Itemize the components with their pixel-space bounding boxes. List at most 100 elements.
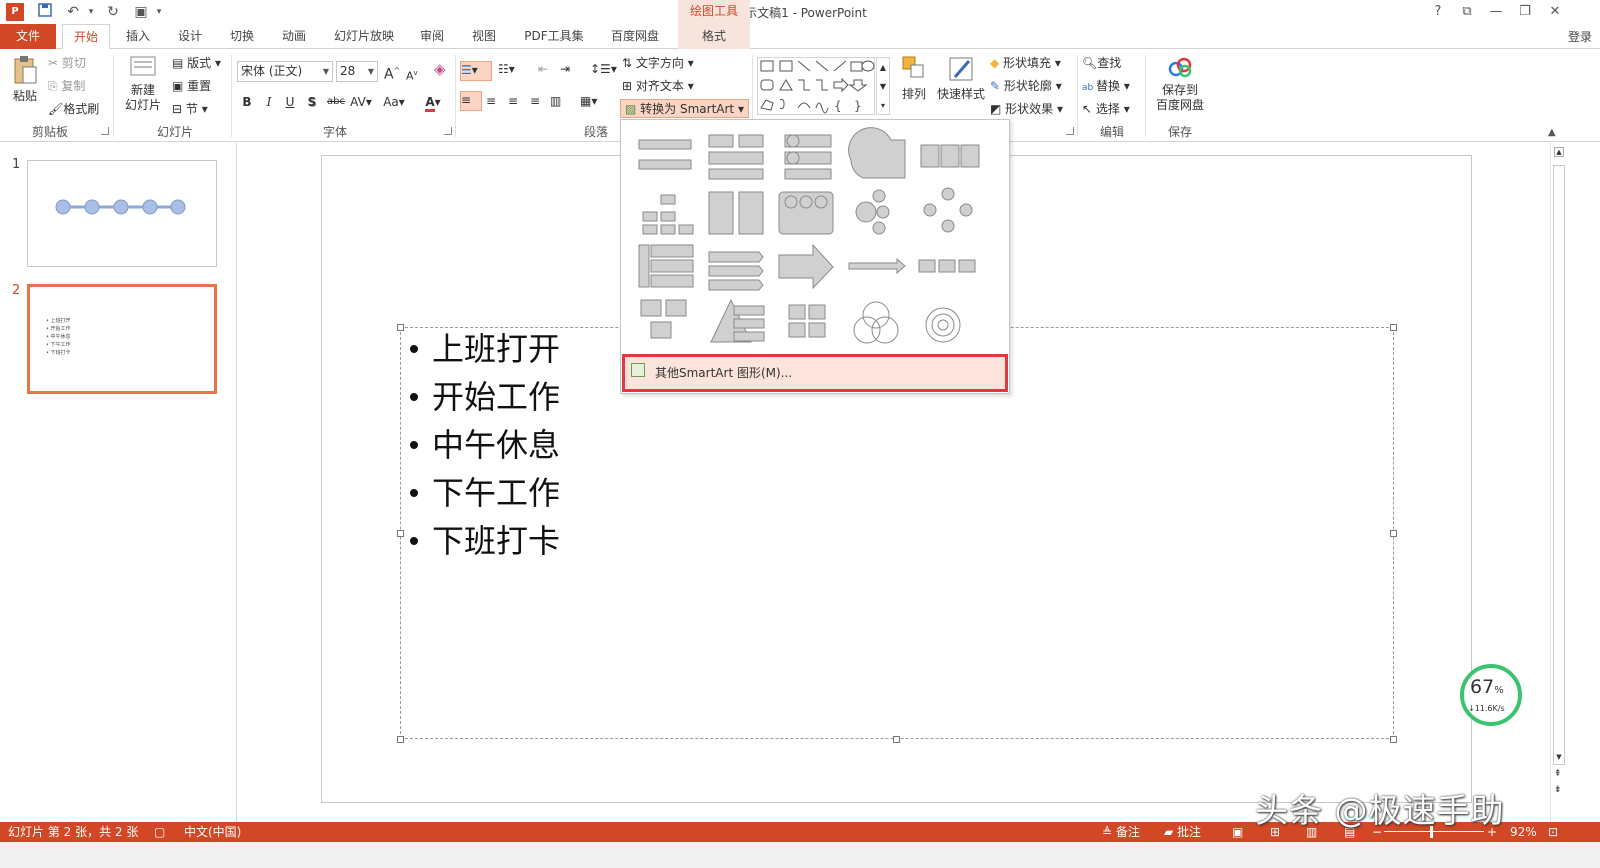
slide-thumbnail-2[interactable]: • 上班打开 • 开始工作 • 中午休息 • 下午工作 • 下班打卡 (27, 284, 217, 394)
character-spacing-button[interactable]: AV▾ (348, 93, 374, 111)
tab-slideshow[interactable]: 幻灯片放映 (326, 24, 402, 49)
paste-button[interactable]: 粘贴 (8, 55, 42, 104)
ribbon-display-options-button[interactable]: ⧉ (1455, 2, 1479, 22)
bullet-item[interactable]: 中午休息 (410, 425, 560, 465)
underline-button[interactable]: U (283, 93, 297, 111)
language-indicator[interactable]: 中文(中国) (184, 822, 241, 842)
resize-handle[interactable] (1390, 530, 1397, 537)
resize-handle[interactable] (397, 530, 404, 537)
replace-button[interactable]: ab 替换 ▾ (1082, 78, 1130, 96)
smartart-stacked-list[interactable] (708, 134, 764, 180)
justify-icon[interactable]: ≡ (530, 93, 540, 109)
smartart-venn[interactable] (853, 301, 899, 344)
shapes-gallery[interactable]: {} (757, 57, 875, 115)
increase-indent-icon[interactable]: ⇥ (560, 61, 570, 77)
numbering-button[interactable]: ☷▾ (498, 61, 515, 77)
distribute-icon[interactable]: ▥ (550, 93, 561, 109)
bullet-item[interactable]: 上班打开 (410, 329, 560, 369)
smartart-vertical-chevron-list[interactable] (638, 244, 694, 288)
smartart-target[interactable] (925, 307, 961, 343)
new-slide-button[interactable]: 新建 幻灯片 (118, 55, 168, 113)
smartart-vertical-bullet-list[interactable] (638, 139, 692, 170)
align-right-icon[interactable]: ≡ (508, 93, 518, 109)
shadow-button[interactable]: S (305, 93, 319, 111)
find-button[interactable]: 🔍︎查找 (1082, 55, 1121, 71)
tab-baidu-netdisk[interactable]: 百度网盘 (600, 24, 670, 49)
tab-review[interactable]: 审阅 (410, 24, 454, 49)
resize-handle[interactable] (1390, 736, 1397, 743)
align-left-icon[interactable]: ≡ (460, 91, 482, 111)
bold-button[interactable]: B (240, 93, 254, 111)
italic-button[interactable]: I (262, 93, 276, 111)
quick-styles-button[interactable]: 快速样式 (936, 55, 986, 102)
smartart-radial-cluster[interactable] (855, 189, 890, 235)
change-case-button[interactable]: Aa▾ (380, 93, 408, 111)
save-to-baidu-button[interactable]: 保存到 百度网盘 (1152, 55, 1208, 113)
resize-handle[interactable] (1390, 324, 1397, 331)
columns-button[interactable]: ▦▾ (580, 93, 597, 109)
tab-view[interactable]: 视图 (462, 24, 506, 49)
bullet-item[interactable]: 下班打卡 (410, 521, 560, 561)
login-link[interactable]: 登录 (1568, 28, 1592, 45)
format-painter-button[interactable]: 🖌格式刷 (48, 101, 99, 117)
font-size-combo[interactable]: 28 ▼ (336, 61, 378, 82)
spell-check-icon[interactable]: ▢ (154, 822, 165, 842)
smartart-pyramid-list[interactable] (710, 298, 765, 343)
smartart-vertical-box-list[interactable] (784, 134, 832, 180)
smartart-picture-list[interactable] (640, 299, 687, 339)
smartart-matrix[interactable] (788, 304, 826, 338)
slide-thumbnail-1[interactable] (27, 160, 217, 267)
grow-font-button[interactable]: A^ (384, 63, 400, 83)
bullet-item[interactable]: 下午工作 (410, 473, 560, 513)
notes-button[interactable]: ≜ 备注 (1102, 822, 1140, 842)
tab-transitions[interactable]: 切换 (220, 24, 264, 49)
normal-view-icon[interactable]: ▣ (1232, 822, 1243, 842)
align-text-button[interactable]: ⊞ 对齐文本 ▾ (622, 78, 694, 94)
clipboard-launcher-icon[interactable] (101, 127, 109, 135)
smartart-chevron-list[interactable] (708, 251, 764, 291)
decrease-indent-icon[interactable]: ⇤ (538, 61, 548, 77)
close-button[interactable]: ✕ (1543, 2, 1567, 22)
layout-button[interactable]: ▤ 版式 ▾ (172, 55, 221, 71)
shape-fill-button[interactable]: ◆ 形状填充 ▾ (990, 55, 1061, 71)
scroll-thumb[interactable] (1553, 165, 1565, 765)
bullet-item[interactable]: 开始工作 (410, 377, 560, 417)
tab-animations[interactable]: 动画 (272, 24, 316, 49)
shrink-font-button[interactable]: Av (406, 65, 418, 85)
collapse-ribbon-icon[interactable]: ▲ (1548, 127, 1556, 138)
scroll-down-icon[interactable]: ▼ (1554, 753, 1564, 763)
smartart-hierarchy[interactable] (642, 194, 694, 235)
shape-outline-button[interactable]: ✎ 形状轮廓 ▾ (990, 78, 1062, 94)
smartart-process[interactable] (918, 259, 976, 273)
resize-handle[interactable] (397, 736, 404, 743)
align-center-icon[interactable]: ≡ (486, 93, 496, 109)
shape-effects-button[interactable]: ◩ 形状效果 ▾ (990, 101, 1063, 117)
clear-formatting-icon[interactable]: ◈ (434, 61, 446, 77)
minimize-button[interactable]: — (1484, 2, 1508, 22)
smartart-basic-timeline[interactable] (848, 257, 906, 275)
scroll-up-icon[interactable]: ▲ (1554, 147, 1564, 157)
next-slide-icon[interactable]: ⇟ (1554, 785, 1562, 795)
cut-button[interactable]: ✂ 剪切 (48, 55, 86, 71)
section-button[interactable]: ⊟ 节 ▾ (172, 101, 208, 117)
restore-button[interactable]: ❐ (1513, 2, 1537, 22)
select-button[interactable]: ↖ 选择 ▾ (1082, 101, 1130, 117)
copy-button[interactable]: ⎘ 复制 (48, 78, 85, 94)
tab-pdf-tools[interactable]: PDF工具集 (516, 24, 592, 49)
font-name-combo[interactable]: 宋体 (正文) ▼ (237, 61, 333, 82)
tab-file[interactable]: 文件 (0, 24, 56, 49)
drawing-launcher-icon[interactable] (1066, 127, 1074, 135)
tab-design[interactable]: 设计 (168, 24, 212, 49)
resize-handle[interactable] (893, 736, 900, 743)
font-color-button[interactable]: A▾ (420, 93, 446, 112)
line-spacing-button[interactable]: ↕☰▾ (590, 61, 617, 77)
zoom-level[interactable]: 92% (1510, 822, 1537, 842)
vertical-scrollbar[interactable]: ▲ ▼ ⇞ ⇟ (1550, 143, 1567, 822)
shapes-gallery-scroll[interactable]: ▲ ▼ ▾ (876, 57, 890, 115)
tab-home[interactable]: 开始 (62, 24, 110, 50)
tab-format[interactable]: 格式 (678, 24, 750, 49)
smartart-grouped-list[interactable] (778, 191, 834, 235)
smartart-target-list[interactable] (848, 127, 906, 179)
more-smartart-graphics-item[interactable]: 其他SmartArt 图形(M)... (622, 354, 1008, 392)
smartart-horizontal-hierarchy-list[interactable] (708, 191, 764, 235)
